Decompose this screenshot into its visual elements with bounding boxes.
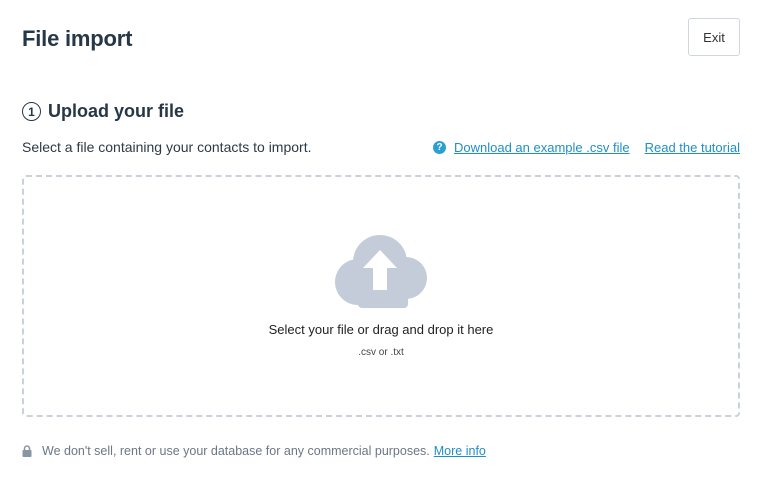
read-tutorial-link[interactable]: Read the tutorial: [645, 140, 740, 155]
step-title: Upload your file: [48, 101, 185, 121]
file-dropzone[interactable]: Select your file or drag and drop it her…: [22, 175, 740, 417]
question-circle-icon: ?: [433, 141, 446, 154]
step-heading: 1 Upload your file: [22, 101, 184, 122]
page-title: File import: [22, 26, 133, 51]
download-example-link[interactable]: Download an example .csv file: [454, 140, 630, 155]
privacy-note: We don't sell, rent or use your database…: [22, 444, 486, 458]
more-info-link[interactable]: More info: [434, 444, 486, 458]
file-import-page: File import Exit 1 Upload your file Sele…: [0, 0, 766, 483]
cloud-upload-icon: [335, 235, 427, 308]
privacy-text: We don't sell, rent or use your database…: [42, 444, 430, 458]
dropzone-instruction: Select your file or drag and drop it her…: [268, 322, 494, 337]
step-description: Select a file containing your contacts t…: [22, 139, 312, 155]
dropzone-formats: .csv or .txt: [358, 347, 404, 358]
step-number-badge: 1: [22, 102, 41, 121]
exit-button[interactable]: Exit: [688, 18, 740, 56]
lock-icon: [22, 445, 32, 457]
help-links: ? Download an example .csv file Read the…: [433, 140, 740, 155]
